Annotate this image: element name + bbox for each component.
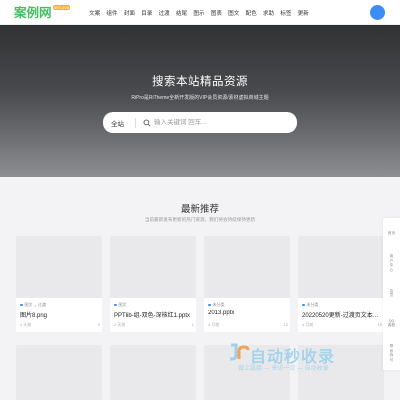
nav-item-components[interactable]: 组件 [106, 9, 117, 17]
card-meta: 4 月前 15 [302, 322, 382, 328]
site-logo[interactable]: 案例网 anli.ooo [14, 4, 71, 22]
search-bar: 全站 [103, 112, 297, 133]
nav-item-updates[interactable]: 更新 [298, 9, 309, 17]
nav-item-chart[interactable]: 图表 [211, 9, 222, 17]
category-label: 未分类 [306, 302, 319, 307]
category-dot-icon [114, 303, 117, 307]
category-label: 图文 [118, 302, 127, 307]
watermark-logo-icon [230, 343, 250, 361]
card-thumbnail[interactable] [298, 236, 384, 298]
card-time: 2 天前 [114, 322, 126, 327]
card-title[interactable]: 20220520更新-过渡页文本排版.p... [302, 310, 382, 319]
category-dot-icon [208, 303, 211, 307]
resource-card[interactable]: 未分类 20220520更新-过渡页文本排版.p... 4 月前 15 [298, 236, 384, 332]
float-vip[interactable]: 会员 [383, 282, 400, 304]
search-icon[interactable] [142, 118, 151, 127]
card-category[interactable]: 未分类 [208, 302, 225, 308]
hero-title: 搜索本站精品资源 [152, 76, 248, 88]
float-contact-label: 联系我们 [389, 344, 394, 362]
card-views: 12 [283, 322, 288, 327]
site-header: 案例网 anli.ooo 文案 组件 封面 目录 过渡 结尾 图示 图表 图文 … [0, 0, 400, 25]
card-category[interactable]: 图文 • 过渡 [20, 302, 46, 308]
nav-item-image-text[interactable]: 图文 [228, 9, 239, 17]
card-meta: 4 天前 0 [20, 322, 100, 328]
category-dot-icon [20, 303, 23, 307]
card-thumbnail[interactable] [110, 236, 196, 298]
float-home[interactable]: 首页 [383, 222, 400, 244]
nav-item-cover[interactable]: 封面 [124, 9, 135, 17]
nav-item-color[interactable]: 配色 [246, 9, 257, 17]
card-thumbnail[interactable] [16, 236, 102, 298]
main-nav: 文案 组件 封面 目录 过渡 结尾 图示 图表 图文 配色 求助 标签 更新 [89, 0, 315, 25]
category-dot-icon [302, 303, 305, 307]
card-meta: 2 天前 1 [114, 322, 194, 328]
category-label: 图文 [24, 302, 33, 307]
section-title: 最新推荐 [180, 204, 219, 215]
search-input[interactable] [154, 119, 294, 126]
nav-item-transition[interactable]: 过渡 [159, 9, 170, 17]
resource-card[interactable]: 图文 • 过渡 图片8.png 4 天前 0 [16, 236, 102, 332]
card-title[interactable]: 2013.pptx [208, 310, 288, 316]
float-vip-label: 会员 [389, 288, 394, 298]
float-qq-label: QQ客服 [387, 318, 396, 328]
nav-item-toc[interactable]: 目录 [141, 9, 152, 17]
nav-item-help[interactable]: 求助 [263, 9, 274, 17]
nav-item-tags[interactable]: 标签 [280, 9, 291, 17]
resource-card[interactable] [110, 345, 196, 400]
watermark-sub-text: 做上链接 — 来访一次 — 自动收录 [238, 366, 329, 372]
float-contact[interactable]: 联系我们 [383, 342, 400, 364]
card-thumbnail[interactable] [16, 345, 102, 400]
float-user-center[interactable]: 用户中心 [383, 252, 400, 274]
card-meta: 4 月前 12 [208, 322, 288, 328]
card-thumbnail[interactable] [204, 236, 290, 298]
card-views: 0 [97, 322, 100, 327]
card-time: 4 月前 [208, 322, 220, 327]
resource-card[interactable]: 图文 PPTlib-组-双色-深核红1.pptx 2 天前 1 [110, 236, 196, 332]
search-category-select[interactable]: 全站 [111, 118, 125, 128]
card-title[interactable]: PPTlib-组-双色-深核红1.pptx [114, 310, 194, 319]
section-subtitle: 当前最新发布更新的热门资源，我们将会持续保持更新 [144, 217, 256, 222]
card-category[interactable]: 未分类 [302, 302, 319, 308]
user-avatar[interactable] [370, 5, 385, 20]
logo-badge: anli.ooo [52, 5, 71, 10]
card-thumbnail[interactable] [110, 345, 196, 400]
nav-item-copy[interactable]: 文案 [89, 9, 100, 17]
card-time: 4 天前 [20, 322, 32, 327]
card-title[interactable]: 图片8.png [20, 310, 100, 319]
float-user-center-label: 用户中心 [389, 254, 394, 272]
nav-item-ending[interactable]: 结尾 [176, 9, 187, 17]
float-qq-service[interactable]: QQ客服 [383, 312, 400, 334]
card-time: 4 月前 [302, 322, 314, 327]
category-label: 未分类 [212, 302, 225, 307]
float-home-label: 首页 [387, 230, 396, 235]
search-divider [135, 117, 136, 128]
card-views: 1 [191, 322, 194, 327]
card-category[interactable]: 图文 [114, 302, 127, 308]
logo-text: 案例网 [14, 5, 52, 20]
category-label-2: 过渡 [37, 302, 46, 307]
watermark: 自动秒收录 做上链接 — 来访一次 — 自动收录 [228, 339, 383, 379]
nav-item-diagram[interactable]: 图示 [193, 9, 204, 17]
resource-card[interactable]: 未分类 2013.pptx 4 月前 12 [204, 236, 290, 332]
hero-subtitle: RiPro是RiTheme全新开发版的VIP会员资源/素材虚拟商城主题 [131, 95, 269, 101]
card-views: 15 [377, 322, 382, 327]
category-separator: • [34, 302, 36, 308]
hero-banner: 搜索本站精品资源 RiPro是RiTheme全新开发版的VIP会员资源/素材虚拟… [0, 25, 400, 177]
floating-sidebar: 首页 用户中心 会员 QQ客服 联系我们 [383, 218, 400, 370]
resource-card[interactable] [16, 345, 102, 400]
